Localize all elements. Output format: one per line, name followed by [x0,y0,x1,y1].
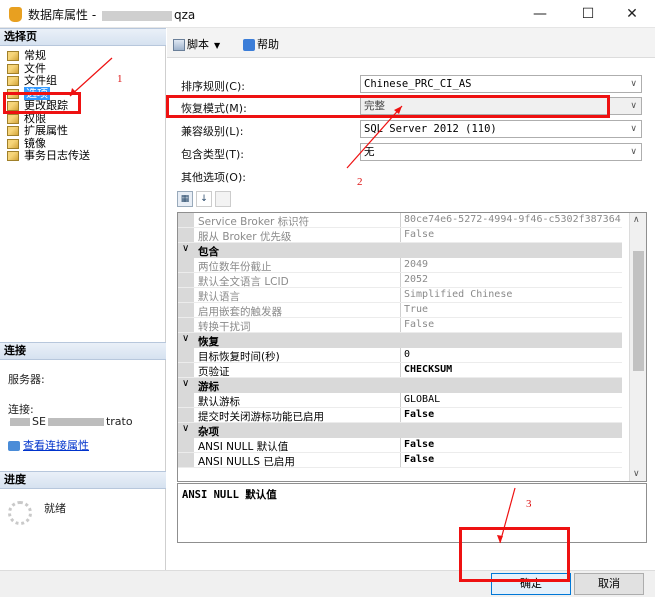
page-icon [7,51,19,61]
progress-spinner-icon [8,501,32,525]
select-page-header: 选择页 [0,28,166,46]
property-grid-scrollbar[interactable]: ∧ ∨ [629,213,646,481]
containment-type-dropdown[interactable]: 无 ∨ [360,143,642,161]
categorized-icon[interactable]: ▦ [177,191,193,207]
property-row[interactable]: 目标恢复时间(秒) 0 [178,348,622,363]
collapse-chevron-icon[interactable]: ∨ [182,243,189,254]
property-category[interactable]: ∨ 包含 [178,243,622,258]
page-toolbar: 脚本 ▼ 帮助 [167,28,655,58]
property-grid-toolbar: ▦ ↓ [177,191,234,211]
page-list: 常规 文件 文件组 选项 更改跟踪 权限 扩展属性 镜像 事务日志传送 [4,50,162,163]
chevron-down-icon: ∨ [630,124,637,134]
property-row[interactable]: 启用嵌套的触发器 True [178,303,622,318]
annotation-number-1: 1 [117,73,123,85]
page-icon [7,138,19,149]
property-pages-icon[interactable] [215,191,231,207]
property-category[interactable]: ∨ 游标 [178,378,622,393]
sort-alphabetical-icon[interactable]: ↓ [196,191,212,207]
window-title-prefix: 数据库属性 - [28,8,100,22]
server-label: 服务器: [8,373,45,386]
window-title-suffix: qza [173,8,196,22]
scroll-up-icon[interactable]: ∧ [633,215,640,225]
maximize-button[interactable]: ☐ [568,4,608,24]
page-item-filegroups[interactable]: 文件组 [4,75,162,88]
annotation-number-2: 2 [357,176,363,188]
recovery-model-label: 恢复模式(M): [181,102,247,115]
maximize-icon: ☐ [581,6,595,22]
view-connection-properties-link[interactable]: 查看连接属性 [8,437,89,453]
window-title: 数据库属性 - qza [28,6,195,23]
other-options-label: 其他选项(O): [181,171,246,184]
page-icon [7,126,19,136]
property-row[interactable]: 两位数年份截止 2049 [178,258,622,273]
page-icon [7,76,19,86]
page-icon [7,101,19,111]
collation-dropdown[interactable]: Chinese_PRC_CI_AS ∨ [360,75,642,93]
collapse-chevron-icon[interactable]: ∨ [182,423,189,434]
cancel-button[interactable]: 取消 [574,573,644,595]
containment-type-label: 包含类型(T): [181,148,245,161]
redacted-account [10,418,30,426]
close-button[interactable]: ✕ [612,4,652,24]
connection-value: SE trato [8,415,133,428]
property-row[interactable]: 默认语言 Simplified Chinese [178,288,622,303]
minimize-icon: — [533,6,547,22]
dialog-button-bar: 确定 取消 [0,570,655,597]
page-icon [7,63,19,74]
page-icon [7,151,19,161]
connection-header: 连接 [0,342,166,360]
close-icon: ✕ [626,6,638,22]
database-icon [9,7,22,22]
property-grid: Service Broker 标识符 80ce74e6-5272-4994-9f4… [177,212,647,482]
property-row[interactable]: 默认全文语言 LCID 2052 [178,273,622,288]
scrollbar-thumb[interactable] [633,251,644,371]
property-row[interactable]: ANSI NULLS 已启用 False [178,453,622,468]
property-row[interactable]: ANSI NULL 默认值 False [178,438,622,453]
collapse-chevron-icon[interactable]: ∨ [182,333,189,344]
minimize-button[interactable]: — [520,4,560,24]
compatibility-level-dropdown[interactable]: SQL Server 2012 (110) ∨ [360,120,642,138]
recovery-model-dropdown[interactable]: 完整 ∨ [360,97,642,115]
progress-status: 就绪 [44,502,66,515]
link-icon [8,441,20,451]
property-row[interactable]: 默认游标 GLOBAL [178,393,622,408]
page-icon [7,113,19,124]
help-button[interactable]: 帮助 [243,36,279,52]
annotation-number-3: 3 [526,498,532,510]
page-item-log-shipping[interactable]: 事务日志传送 [4,150,162,163]
script-button[interactable]: 脚本 ▼ [173,36,220,52]
chevron-down-icon: ∨ [630,101,637,111]
script-icon [173,39,185,51]
collation-label: 排序规则(C): [181,80,245,93]
property-row[interactable]: 转换干扰词 False [178,318,622,333]
left-panel: 选择页 常规 文件 文件组 选项 更改跟踪 权限 扩展属性 镜像 事务日志传送 … [0,28,166,570]
compatibility-level-label: 兼容级别(L): [181,125,244,138]
property-description: ANSI NULL 默认值 [177,483,647,543]
property-category[interactable]: ∨ 杂项 [178,423,622,438]
redacted-account [47,418,104,426]
chevron-down-icon: ∨ [630,147,637,157]
property-row[interactable]: 服从 Broker 优先级 False [178,228,622,243]
redacted-server-name [101,10,172,21]
progress-header: 进度 [0,471,166,489]
property-category[interactable]: ∨ 恢复 [178,333,622,348]
page-icon [7,88,19,99]
property-row[interactable]: 页验证 CHECKSUM [178,363,622,378]
ok-button[interactable]: 确定 [491,573,571,595]
chevron-down-icon: ▼ [214,41,221,50]
options-page: 脚本 ▼ 帮助 排序规则(C): Chinese_PRC_CI_AS ∨ 恢复模式(… [167,28,655,570]
title-bar: 数据库属性 - qza — ☐ ✕ [0,0,655,28]
collapse-chevron-icon[interactable]: ∨ [182,378,189,389]
property-row[interactable]: 提交时关闭游标功能已启用 False [178,408,622,423]
help-icon [243,39,255,51]
property-row[interactable]: Service Broker 标识符 80ce74e6-5272-4994-9f4… [178,213,622,228]
chevron-down-icon: ∨ [630,79,637,89]
scroll-down-icon[interactable]: ∨ [633,469,640,479]
